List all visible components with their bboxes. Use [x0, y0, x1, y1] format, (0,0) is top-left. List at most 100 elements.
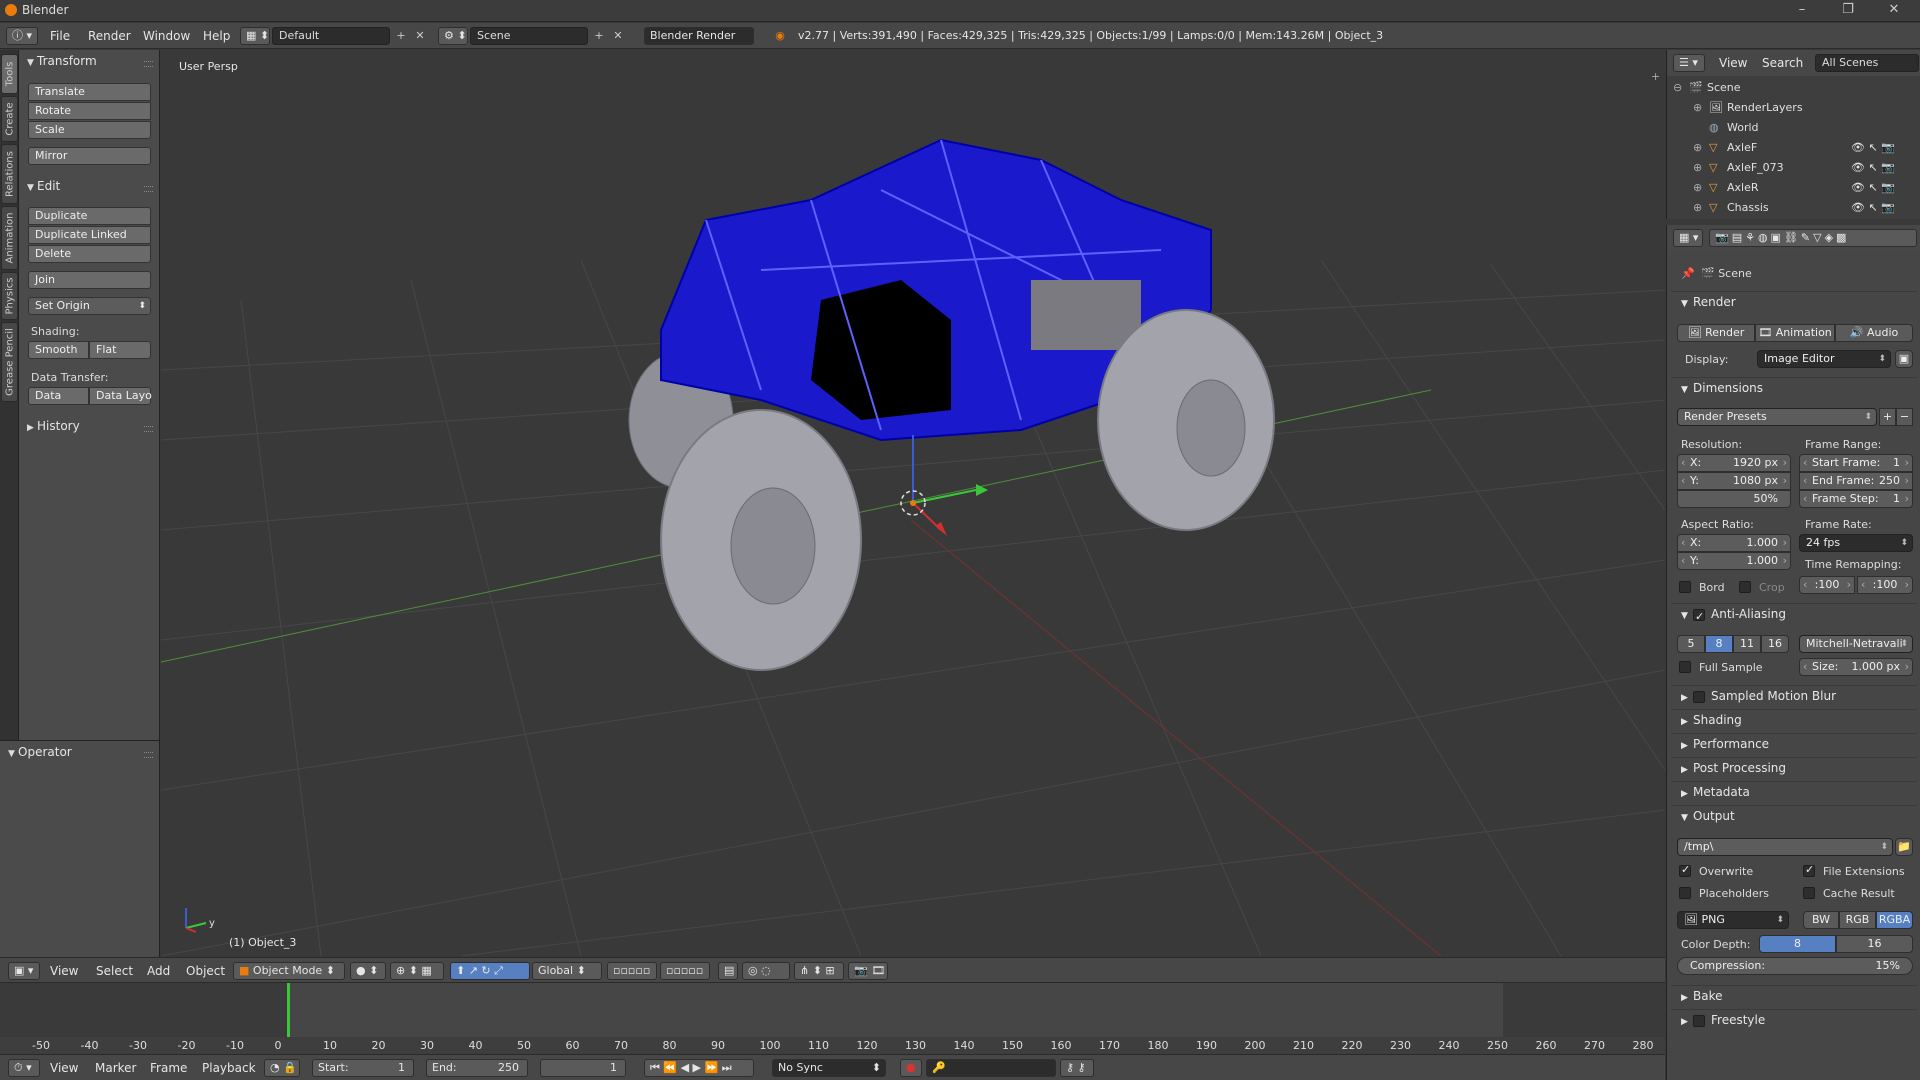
metadata-section-header[interactable]: ▶ Metadata — [1671, 781, 1917, 801]
remap-old-field[interactable]: :100 — [1799, 576, 1855, 594]
layout-name-field[interactable]: Default — [272, 27, 390, 45]
menu-render[interactable]: Render — [88, 29, 131, 43]
scale-button[interactable]: Scale — [28, 121, 151, 139]
outliner-editor-type-button[interactable]: ☰ ▾ — [1673, 54, 1705, 72]
snap-button[interactable]: ⋔ ⬍ ⊞ — [794, 962, 844, 980]
render-section-header[interactable]: ▼ Render — [1671, 291, 1917, 311]
transform-panel-header[interactable]: ▼ Transform — [27, 54, 97, 68]
tab-animation[interactable]: Animation — [1, 206, 18, 270]
panel-grip-icon[interactable] — [144, 61, 153, 67]
freestyle-checkbox[interactable] — [1693, 1014, 1705, 1027]
opengl-render-button[interactable]: 📷 🎞 — [848, 962, 888, 980]
motion-blur-checkbox[interactable] — [1693, 690, 1705, 703]
remap-new-field[interactable]: :100 — [1857, 576, 1913, 594]
add-preset-icon[interactable]: + — [1879, 408, 1896, 426]
delete-button[interactable]: Delete — [28, 245, 151, 263]
tab-create[interactable]: Create — [1, 96, 18, 142]
file-extensions-checkbox[interactable] — [1803, 863, 1815, 877]
rotate-button[interactable]: Rotate — [28, 102, 151, 120]
output-section-header[interactable]: ▼ Output — [1671, 805, 1917, 825]
crop-checkbox[interactable] — [1739, 581, 1751, 593]
start-frame-field[interactable]: Start: 1 — [312, 1059, 414, 1077]
remove-scene-icon[interactable]: ✕ — [610, 28, 626, 44]
join-button[interactable]: Join — [28, 271, 151, 289]
full-sample-checkbox[interactable] — [1679, 661, 1691, 673]
render-engine-dropdown[interactable]: Blender Render — [644, 27, 754, 45]
timeline-editor-type-button[interactable]: ⏱ ▾ — [8, 1059, 40, 1077]
outliner-row-axler[interactable]: ⊕ ▽ AxleR 👁 ↖ 📷 — [1667, 178, 1920, 198]
menu-playback[interactable]: Playback — [202, 1061, 256, 1075]
outliner-row-scene[interactable]: ⊖ 🎬 Scene — [1667, 78, 1920, 98]
info-editor-type-button[interactable]: ⓘ ▾ — [6, 27, 38, 45]
scene-name-field[interactable]: Scene — [470, 27, 588, 45]
menu-frame[interactable]: Frame — [150, 1061, 187, 1075]
end-frame-field[interactable]: End: 250 — [426, 1059, 528, 1077]
mirror-button[interactable]: Mirror — [28, 147, 151, 165]
menu-file[interactable]: File — [50, 29, 70, 43]
menu-select[interactable]: Select — [96, 964, 133, 978]
playback-controls[interactable]: ⏮ ⏪ ◀ ▶ ⏩ ⏭ — [644, 1059, 754, 1077]
history-panel-header[interactable]: ▶ History — [27, 419, 80, 433]
menu-help[interactable]: Help — [203, 29, 230, 43]
frame-rate-dropdown[interactable]: 24 fps — [1799, 534, 1913, 552]
folder-icon[interactable]: 📁 — [1895, 838, 1913, 856]
overwrite-checkbox[interactable] — [1679, 863, 1691, 877]
menu-view[interactable]: View — [50, 1061, 78, 1075]
pivot-point-button[interactable]: ⊕ ⬍ ▦ — [390, 962, 444, 980]
menu-view[interactable]: View — [1719, 56, 1747, 70]
anti-aliasing-section-header[interactable]: ▼Anti-Aliasing — [1671, 603, 1917, 627]
viewport-expand-icon[interactable]: + — [1651, 70, 1660, 83]
outliner-row-chassis[interactable]: ⊕ ▽ Chassis 👁 ↖ 📷 — [1667, 198, 1920, 216]
placeholders-checkbox[interactable] — [1679, 887, 1691, 899]
output-path-field[interactable]: /tmp\ — [1677, 838, 1893, 856]
3d-viewport[interactable]: y User Persp (1) Object_3 + — [161, 50, 1665, 956]
set-origin-dropdown[interactable]: Set Origin ⬍ — [28, 297, 151, 315]
outliner-row-axlef[interactable]: ⊕ ▽ AxleF 👁 ↖ 📷 — [1667, 138, 1920, 158]
operator-panel-header[interactable]: ▼ Operator — [8, 745, 72, 759]
transform-orientation-dropdown[interactable]: Global ⬍ — [532, 962, 602, 980]
smooth-button[interactable]: Smooth — [28, 341, 89, 359]
outliner-row-axlef-073[interactable]: ⊕ ▽ AxleF_073 👁 ↖ 📷 — [1667, 158, 1920, 178]
tab-tools[interactable]: Tools — [1, 54, 18, 94]
menu-marker[interactable]: Marker — [95, 1061, 136, 1075]
menu-view[interactable]: View — [50, 964, 78, 978]
proportional-edit-button[interactable]: ◎ ◌ — [742, 962, 790, 980]
tab-relations[interactable]: Relations — [1, 144, 18, 204]
performance-section-header[interactable]: ▶ Performance — [1671, 733, 1917, 753]
tab-physics[interactable]: Physics — [1, 272, 18, 320]
display-mode-dropdown[interactable]: All Scenes — [1815, 54, 1919, 72]
render-button[interactable]: 🖼 Render — [1677, 324, 1755, 342]
post-processing-section-header[interactable]: ▶ Post Processing — [1671, 757, 1917, 777]
resolution-x-field[interactable]: X:1920 px — [1677, 454, 1791, 472]
translate-button[interactable]: Translate — [28, 83, 151, 101]
outliner-row-renderlayers[interactable]: ⊕ 🖼 RenderLayers — [1667, 98, 1920, 118]
current-frame-indicator[interactable] — [287, 983, 290, 1037]
close-icon[interactable]: ✕ — [1884, 2, 1904, 18]
current-frame-field[interactable]: 1 — [540, 1059, 626, 1077]
frame-step-field[interactable]: Frame Step:1 — [1799, 490, 1913, 508]
layers-grid-1[interactable]: ▫▫▫▫▫ — [607, 962, 657, 980]
freestyle-section-header[interactable]: ▶ Freestyle — [1671, 1009, 1917, 1029]
aspect-x-field[interactable]: X:1.000 — [1677, 534, 1791, 552]
add-scene-icon[interactable]: + — [591, 28, 607, 44]
properties-context-tabs[interactable]: 📷▤⚘◍▣⛓✎▽◈▩ — [1709, 229, 1917, 247]
compression-slider[interactable]: Compression: 15% — [1677, 957, 1913, 975]
sync-mode-dropdown[interactable]: No Sync ⬍ — [772, 1059, 886, 1077]
minimize-icon[interactable]: – — [1792, 2, 1812, 18]
preview-range-toggle[interactable]: ◔ 🔒 — [264, 1059, 300, 1077]
duplicate-button[interactable]: Duplicate — [28, 207, 151, 225]
anti-aliasing-checkbox[interactable] — [1693, 607, 1705, 627]
timeline-ruler[interactable]: -50 -40 -30 -20 -10 0 10 20 30 40 50 60 70 80 90 100 110… — [0, 1037, 1665, 1054]
interaction-mode-dropdown[interactable]: ■ Object Mode ⬍ — [233, 962, 345, 980]
menu-window[interactable]: Window — [143, 29, 190, 43]
cache-result-checkbox[interactable] — [1803, 887, 1815, 899]
viewport-shading-button[interactable]: ● ⬍ — [350, 962, 386, 980]
color-rgb-button[interactable]: RGB — [1839, 911, 1876, 929]
filter-size-field[interactable]: Size:1.000 px — [1799, 658, 1913, 676]
maximize-icon[interactable]: ❐ — [1838, 2, 1858, 18]
keying-set-field[interactable]: 🔑 — [926, 1059, 1056, 1077]
audio-button[interactable]: 🔊 Audio — [1835, 324, 1913, 342]
record-icon[interactable]: ● — [900, 1059, 922, 1077]
color-rgba-button[interactable]: RGBA — [1876, 911, 1913, 929]
object-gizmo[interactable] — [900, 435, 988, 536]
